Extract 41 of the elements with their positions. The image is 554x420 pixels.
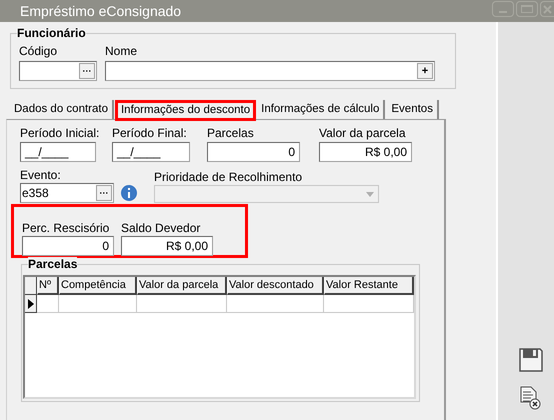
text-field[interactable]: __/____ — [20, 142, 96, 162]
code-field[interactable]: ··· — [19, 61, 97, 81]
event-field[interactable]: e358 ··· — [20, 183, 114, 203]
tab[interactable]: Informações de cálculo — [257, 100, 386, 119]
window-title: Empréstimo eConsignado — [20, 2, 182, 21]
field-label: Código — [19, 44, 58, 58]
field-label: Saldo Devedor — [121, 221, 202, 235]
column-header[interactable]: Valor da parcela — [137, 277, 227, 295]
text-field[interactable]: 0 — [22, 236, 114, 256]
lookup-button[interactable]: ··· — [96, 185, 112, 201]
column-header[interactable]: Valor descontado — [227, 277, 324, 295]
add-button[interactable]: + — [417, 63, 433, 79]
close-icon — [543, 4, 552, 14]
info-icon[interactable] — [121, 185, 137, 201]
field-label: Parcelas — [207, 126, 255, 140]
close-button[interactable] — [540, 1, 554, 17]
name-field[interactable]: + — [105, 61, 435, 81]
text-field[interactable]: __/____ — [112, 142, 190, 162]
group-title: Parcelas — [28, 257, 78, 271]
cancel-document-icon[interactable] — [520, 386, 542, 410]
column-header[interactable]: Competência — [59, 277, 137, 295]
save-icon[interactable] — [519, 348, 543, 372]
text-field[interactable]: R$ 0,00 — [319, 142, 412, 162]
column-header[interactable]: Nº — [37, 277, 59, 295]
minimize-button[interactable] — [492, 1, 514, 17]
table-cell — [37, 295, 59, 313]
column-header[interactable]: Valor Restante — [324, 277, 414, 295]
field-label: Valor da parcela — [319, 126, 406, 140]
field-label: Período Final: — [112, 126, 188, 140]
text-field[interactable]: 0 — [207, 142, 300, 162]
tab[interactable]: Informações do desconto — [116, 101, 256, 120]
row-pointer-icon — [28, 298, 34, 308]
field-label: Perc. Rescisório — [22, 221, 110, 235]
field-label: Período Inicial: — [20, 126, 100, 140]
field-label: Evento: — [20, 168, 62, 182]
lookup-button[interactable]: ··· — [79, 63, 95, 79]
field-label: Prioridade de Recolhimento — [154, 170, 304, 184]
text-field[interactable]: R$ 0,00 — [121, 236, 213, 256]
maximize-button[interactable] — [516, 1, 538, 17]
tab[interactable]: Eventos — [387, 100, 439, 119]
field-label: Nome — [105, 44, 138, 58]
